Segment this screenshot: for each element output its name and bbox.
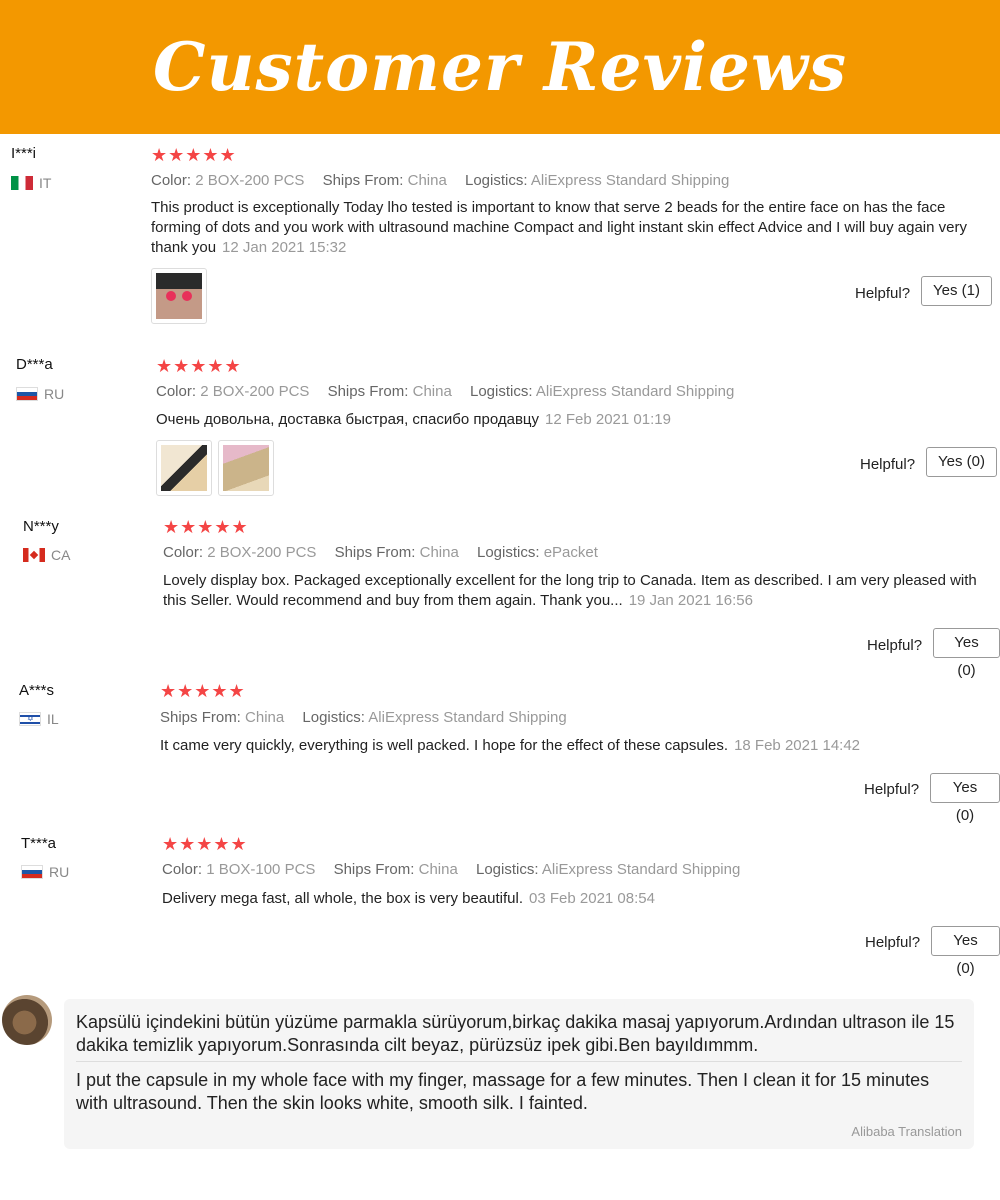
avatar [2,995,52,1045]
flag-israel-icon [19,712,41,726]
flag-russia-icon [21,865,43,879]
page-title: Customer Reviews [153,28,847,106]
reviewer-country: CA [23,547,70,563]
comment-original-text: Kapsülü içindekini bütün yüzüme parmakla… [76,1012,955,1055]
translation-credit: Alibaba Translation [851,1124,962,1139]
helpful-yes-button[interactable]: Yes (1) [921,276,992,306]
review-text: This product is exceptionally Today lho … [151,199,967,256]
divider [76,1061,962,1062]
helpful-label: Helpful? [860,456,916,473]
helpful-label: Helpful? [855,285,911,302]
helpful-label: Helpful? [865,934,921,951]
comment-bubble: Kapsülü içindekini bütün yüzüme parmakla… [64,999,974,1149]
review-item: N***y CA ★★★★★ Color: 2 BOX-200 PCS Ship… [0,512,1000,679]
rating-stars: ★★★★★ [163,517,249,537]
helpful-label: Helpful? [864,781,920,798]
translated-comment: Kapsülü içindekini bütün yüzüme parmakla… [0,995,1000,1155]
reviewer-country: RU [16,386,64,402]
review-item: T***a RU ★★★★★ Color: 1 BOX-100 PCS Ship… [0,829,1000,977]
reviewer-name: A***s [19,682,55,699]
review-text: Очень довольна, доставка быстрая, спасиб… [156,411,671,428]
rating-stars: ★★★★★ [160,681,246,701]
review-item: I***i IT ★★★★★ Color: 2 BOX-200 PCS Ship… [0,140,1000,340]
review-meta: Color: 2 BOX-200 PCS Ships From: China L… [151,172,730,189]
reviewer-country: IT [11,175,51,191]
reviewer-name: T***a [21,835,57,852]
review-meta: Color: 2 BOX-200 PCS Ships From: China L… [156,383,735,400]
reviewer-name: N***y [23,518,59,535]
reviewer-name: D***a [16,356,53,373]
rating-stars: ★★★★★ [162,834,248,854]
flag-italy-icon [11,176,33,190]
country-code: CA [51,547,71,563]
review-meta: Color: 2 BOX-200 PCS Ships From: China L… [163,544,598,561]
country-code: IT [39,175,52,191]
helpful-yes-button[interactable]: Yes (0) [933,628,1000,679]
reviewer-country: IL [19,711,59,727]
rating-stars: ★★★★★ [151,145,237,165]
reviewer-name: I***i [11,145,37,162]
flag-russia-icon [16,387,38,401]
rating-stars: ★★★★★ [156,356,242,376]
review-photo[interactable] [156,440,212,496]
review-photo[interactable] [218,440,274,496]
review-date: 03 Feb 2021 08:54 [529,890,655,907]
review-text: Delivery mega fast, all whole, the box i… [162,890,655,907]
review-item: D***a RU ★★★★★ Color: 2 BOX-200 PCS Ship… [0,351,1000,501]
reviewer-country: RU [21,864,69,880]
helpful-yes-button[interactable]: Yes (0) [930,773,1000,824]
helpful-label: Helpful? [867,637,923,654]
review-meta: Color: 1 BOX-100 PCS Ships From: China L… [162,861,741,878]
review-date: 12 Jan 2021 15:32 [222,239,347,256]
review-text: Lovely display box. Packaged exceptional… [163,572,977,609]
review-item: A***s IL ★★★★★ Ships From: China Logisti… [0,676,1000,824]
helpful-yes-button[interactable]: Yes (0) [926,447,997,477]
country-code: IL [47,711,59,727]
country-code: RU [44,386,65,402]
country-code: RU [49,864,70,880]
helpful-yes-button[interactable]: Yes (0) [931,926,1000,977]
review-date: 18 Feb 2021 14:42 [734,737,861,754]
header-banner: Customer Reviews [0,0,1000,134]
review-date: 19 Jan 2021 16:56 [628,592,753,609]
review-photo[interactable] [151,268,207,324]
comment-translation-text: I put the capsule in my whole face with … [76,1070,930,1113]
flag-canada-icon [23,548,45,562]
review-text: It came very quickly, everything is well… [160,737,861,754]
review-date: 12 Feb 2021 01:19 [545,411,671,428]
review-meta: Ships From: China Logistics: AliExpress … [160,709,567,726]
